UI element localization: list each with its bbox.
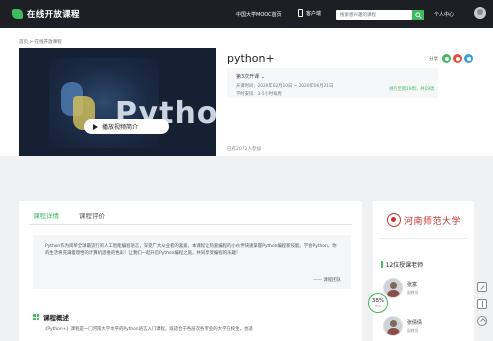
term-dates: 开课时间：2020年02月10日 ~ 2020年06月21日 xyxy=(236,84,334,89)
teacher-role: 副教授 xyxy=(407,289,419,295)
floating-toolbar xyxy=(477,282,487,326)
course-video-player[interactable]: Python+ 播放视频简介 xyxy=(19,48,216,156)
teachers-heading: 12位授课老师 xyxy=(381,260,423,269)
back-to-top-icon[interactable] xyxy=(477,316,487,326)
play-icon xyxy=(93,123,98,130)
network-speed-badge[interactable]: 38% 0K/s xyxy=(368,293,388,313)
grid-icon xyxy=(33,314,39,320)
leaf-logo-icon xyxy=(12,9,23,19)
school-name: 河南师范大学 xyxy=(404,216,462,227)
term-hours: 学时安排：3-5小时每周 xyxy=(236,92,282,97)
share-group: 分享 xyxy=(429,54,473,63)
term-select-label: 第3次开课 xyxy=(236,74,260,80)
overview-text: 《Python+》课程是一门河南大学水平的Python语言入门课程，既适合于各层… xyxy=(43,327,253,332)
course-header-section: 首页 > 在线开放课程 Python+ 播放视频简介 python+ 分享 第3… xyxy=(0,28,493,156)
course-intro-box: Python作为简单全球最流行的人工智能编程语言，深受广大从业者的喜爱。本课程让… xyxy=(33,235,351,289)
detail-tabs: 课程详情 课程评价 xyxy=(33,210,105,225)
school-teachers-card: 河南师范大学 12位授课老师 张富 副教授 张倩倩 副教授 xyxy=(373,201,474,341)
enrolled-count: 已有2072人参加 xyxy=(227,147,261,152)
edit-icon[interactable] xyxy=(477,282,487,292)
school-logo[interactable]: 河南师范大学 xyxy=(387,213,461,227)
teacher-item[interactable]: 张倩倩 副教授 xyxy=(383,316,422,336)
teacher-role: 副教授 xyxy=(407,327,419,333)
overview-title: 课程概述 xyxy=(43,314,69,322)
book-icon[interactable] xyxy=(477,299,487,309)
share-weibo-icon[interactable] xyxy=(453,54,462,63)
nav-app-link[interactable]: 客户端 xyxy=(298,9,321,17)
search-button[interactable] xyxy=(412,10,424,20)
chevron-down-icon: ⌄ xyxy=(260,74,265,80)
course-intro-text: Python作为简单全球最流行的人工智能编程语言，深受广大从业者的喜爱。本课程让… xyxy=(45,244,337,256)
tab-course-reviews[interactable]: 课程评价 xyxy=(79,210,105,225)
nav-mooc-home-link[interactable]: 中国大学MOOC首页 xyxy=(236,11,282,18)
side-divider xyxy=(379,238,468,239)
search-box xyxy=(336,10,412,20)
share-label: 分享 xyxy=(429,56,438,62)
teacher-avatar xyxy=(383,316,403,336)
brand-logo-link[interactable]: 在线开放课程 xyxy=(12,8,80,20)
course-title: python+ xyxy=(227,52,275,65)
phone-icon xyxy=(298,9,303,17)
brand-name: 在线开放课程 xyxy=(27,10,80,20)
teacher-name: 张富 xyxy=(407,281,418,288)
overview-heading: 课程概述 xyxy=(33,312,69,322)
top-navigation-bar: 在线开放课程 中国大学MOOC首页 客户端 个人中心 xyxy=(0,0,493,28)
term-progress-link[interactable]: 进行至第19周，共19周 xyxy=(389,86,434,92)
nav-user-center-link[interactable]: 个人中心 xyxy=(434,11,454,18)
accent-bar xyxy=(381,261,383,268)
teacher-item[interactable]: 张富 副教授 xyxy=(383,278,418,298)
teacher-avatar xyxy=(383,278,403,298)
course-detail-card: 课程详情 课程评价 Python作为简单全球最流行的人工智能编程语言，深受广大从… xyxy=(19,201,362,341)
term-info-box: 第3次开课 ⌄ 开课时间：2020年02月10日 ~ 2020年06月21日 学… xyxy=(227,68,438,98)
tab-divider xyxy=(29,224,352,225)
search-input[interactable] xyxy=(336,10,412,20)
teacher-name: 张倩倩 xyxy=(407,319,423,326)
user-avatar[interactable] xyxy=(474,7,486,19)
play-intro-label: 播放视频简介 xyxy=(102,124,139,131)
search-icon xyxy=(414,11,422,19)
play-intro-button[interactable]: 播放视频简介 xyxy=(84,119,169,134)
course-intro-signature: —— 课程团队 xyxy=(313,278,341,283)
school-seal-icon xyxy=(387,213,401,227)
progress-speed: 0K/s xyxy=(374,304,382,308)
share-wechat-icon[interactable] xyxy=(442,54,451,63)
breadcrumb[interactable]: 首页 > 在线开放课程 xyxy=(19,39,62,45)
tab-course-details[interactable]: 课程详情 xyxy=(33,210,59,225)
teachers-title: 12位授课老师 xyxy=(385,262,424,269)
nav-app-label: 客户端 xyxy=(306,10,322,17)
term-select-dropdown[interactable]: 第3次开课 ⌄ xyxy=(236,73,265,80)
share-qq-icon[interactable] xyxy=(464,54,473,63)
